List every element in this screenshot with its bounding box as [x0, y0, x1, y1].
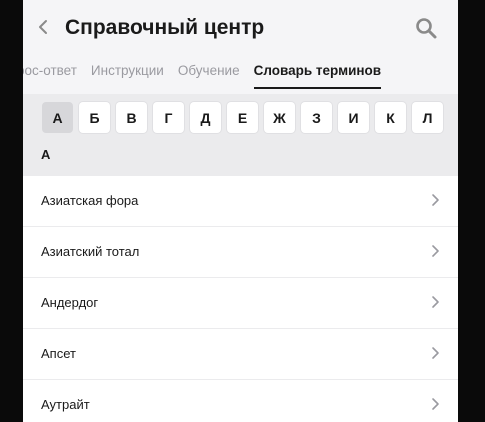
- letter-button[interactable]: И: [338, 102, 369, 133]
- chevron-right-icon: [432, 296, 439, 308]
- list-item[interactable]: Азиатская фора: [23, 176, 458, 226]
- chevron-left-icon: [39, 20, 47, 34]
- tab-2[interactable]: Обучение: [178, 63, 240, 89]
- section-header: А: [23, 140, 458, 176]
- letter-button[interactable]: Г: [153, 102, 184, 133]
- letter-button[interactable]: Е: [227, 102, 258, 133]
- term-label: Азиатский тотал: [41, 244, 140, 259]
- letter-button[interactable]: Б: [79, 102, 110, 133]
- header: Справочный центр: [23, 0, 458, 58]
- term-label: Аутрайт: [41, 397, 90, 412]
- letter-button[interactable]: Л: [412, 102, 443, 133]
- page-title: Справочный центр: [65, 16, 265, 39]
- letter-button[interactable]: К: [375, 102, 406, 133]
- letter-button[interactable]: А: [42, 102, 73, 133]
- chevron-right-icon: [432, 194, 439, 206]
- term-label: Андердог: [41, 295, 99, 310]
- list-item[interactable]: Андердог: [23, 277, 458, 328]
- list-item[interactable]: Азиатский тотал: [23, 226, 458, 277]
- chevron-right-icon: [432, 245, 439, 257]
- tab-3[interactable]: Словарь терминов: [253, 63, 382, 89]
- term-label: Азиатская фора: [41, 193, 139, 208]
- search-icon: [416, 18, 437, 39]
- chevron-right-icon: [432, 347, 439, 359]
- term-label: Апсет: [41, 346, 76, 361]
- back-button[interactable]: [37, 17, 57, 41]
- letter-button[interactable]: Д: [190, 102, 221, 133]
- letter-button[interactable]: Ж: [264, 102, 295, 133]
- search-button[interactable]: [414, 16, 440, 42]
- term-list: Азиатская фора Азиатский тотал Андердог Апс…: [23, 176, 458, 422]
- tab-bar: рос-ответ Инструкции Обучение Словарь терми…: [23, 58, 458, 94]
- tab-0[interactable]: рос-ответ: [23, 63, 77, 89]
- letter-button[interactable]: З: [301, 102, 332, 133]
- chevron-right-icon: [432, 398, 439, 410]
- list-item[interactable]: Апсет: [23, 328, 458, 379]
- list-item[interactable]: Аутрайт: [23, 379, 458, 422]
- help-center-screen: Справочный центр рос-ответ Инструкции Обуч…: [23, 0, 458, 422]
- letter-button[interactable]: В: [116, 102, 147, 133]
- alphabet-bar: АБВГДЕЖЗИКЛ: [23, 94, 458, 140]
- tab-1[interactable]: Инструкции: [91, 63, 164, 89]
